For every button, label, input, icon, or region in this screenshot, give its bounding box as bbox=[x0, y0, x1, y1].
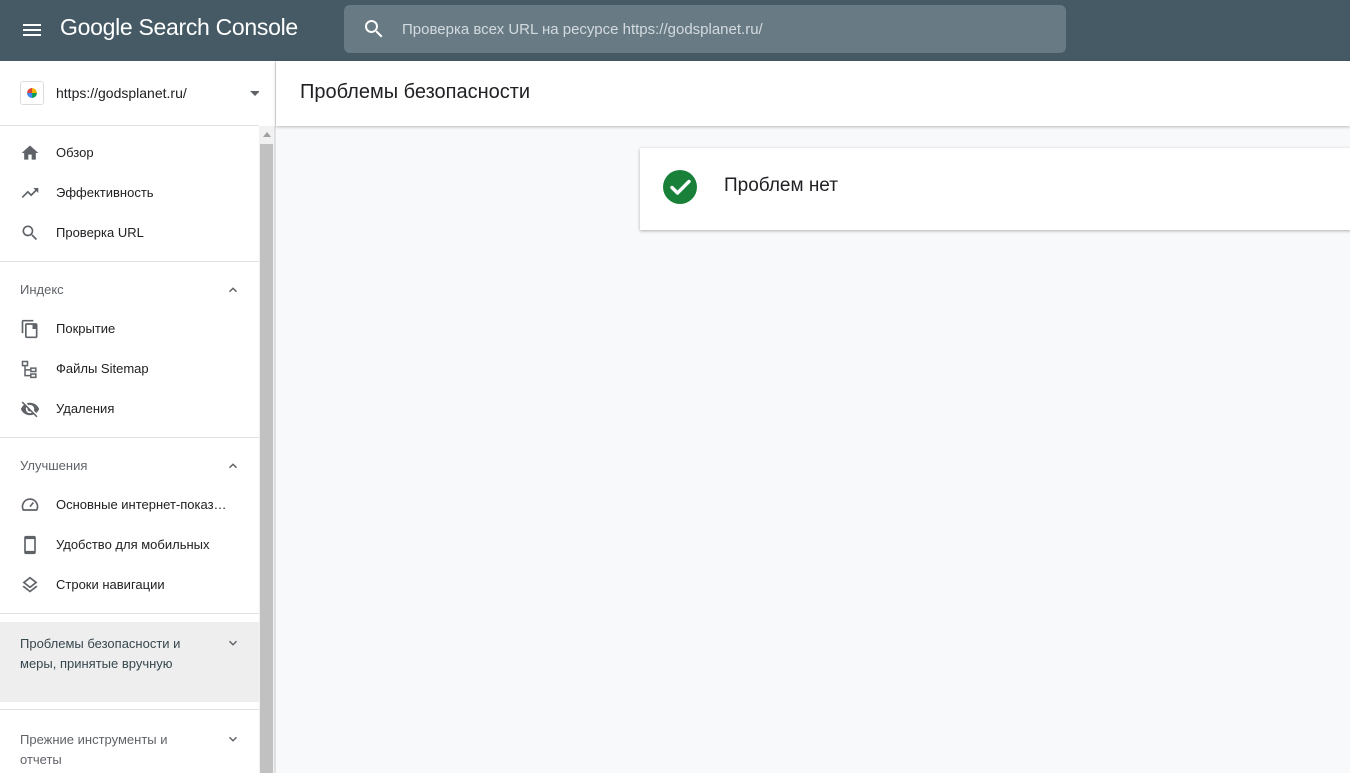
sidebar-item-label: Удаления bbox=[56, 401, 115, 416]
sidebar-item-label: Эффективность bbox=[56, 185, 154, 200]
top-app-bar: Google Search Console bbox=[0, 0, 1350, 61]
section-enhancements-header[interactable]: Улучшения bbox=[0, 445, 259, 485]
scrollbar-thumb[interactable] bbox=[260, 144, 273, 773]
sidebar: https://godsplanet.ru/ Обзор Эффективнос… bbox=[0, 61, 259, 773]
speed-gauge-icon bbox=[20, 495, 40, 515]
sidebar-item-label: Строки навигации bbox=[56, 577, 165, 592]
page-title: Проблемы безопасности bbox=[300, 81, 531, 103]
sidebar-item-breadcrumbs[interactable]: Строки навигации bbox=[0, 565, 259, 605]
sidebar-scrollbar[interactable] bbox=[259, 126, 275, 773]
status-message: Проблем нет bbox=[724, 175, 838, 196]
sidebar-header-fill bbox=[259, 61, 276, 126]
sitemap-icon bbox=[20, 359, 40, 379]
visibility-off-icon bbox=[20, 399, 40, 419]
sidebar-item-label: Проверка URL bbox=[56, 225, 144, 240]
logo-text: Google Search Console bbox=[60, 14, 298, 40]
copy-pages-icon bbox=[20, 319, 40, 339]
dropdown-arrow-icon bbox=[250, 91, 259, 96]
section-title: Улучшения bbox=[20, 458, 88, 473]
search-icon bbox=[362, 17, 386, 41]
menu-icon[interactable] bbox=[20, 18, 44, 42]
sidebar-item-label: Покрытие bbox=[56, 321, 116, 336]
chevron-down-icon bbox=[226, 636, 240, 650]
check-circle-icon bbox=[662, 169, 698, 205]
section-title: Индекс bbox=[20, 282, 64, 297]
chevron-down-icon bbox=[226, 732, 240, 746]
section-index-header[interactable]: Индекс bbox=[0, 269, 259, 309]
sidebar-item-label: Обзор bbox=[56, 145, 94, 160]
sidebar-item-label: Файлы Sitemap bbox=[56, 361, 149, 376]
home-icon bbox=[20, 143, 40, 163]
sidebar-item-coverage[interactable]: Покрытие bbox=[0, 309, 259, 349]
scroll-up-arrow-icon[interactable] bbox=[263, 132, 271, 137]
status-card: Проблем нет bbox=[640, 148, 1350, 230]
section-security-header[interactable]: Проблемы безопасности и меры, принятые в… bbox=[0, 622, 259, 702]
sidebar-item-removals[interactable]: Удаления bbox=[0, 389, 259, 429]
app-logo[interactable]: Google Search Console bbox=[60, 14, 298, 44]
sidebar-item-url-inspection[interactable]: Проверка URL bbox=[0, 213, 259, 253]
sidebar-item-sitemaps[interactable]: Файлы Sitemap bbox=[0, 349, 259, 389]
divider bbox=[0, 613, 259, 614]
sidebar-item-label: Основные интернет-показ… bbox=[56, 497, 227, 512]
smartphone-icon bbox=[20, 535, 40, 555]
divider bbox=[275, 61, 276, 773]
trending-up-icon bbox=[20, 183, 40, 203]
page-header: Проблемы безопасности bbox=[276, 61, 1350, 126]
layers-icon bbox=[20, 575, 40, 595]
sidebar-item-mobile-usability[interactable]: Удобство для мобильных bbox=[0, 525, 259, 565]
site-favicon-icon bbox=[20, 81, 44, 105]
property-selector[interactable]: https://godsplanet.ru/ bbox=[0, 61, 259, 126]
search-icon bbox=[20, 223, 40, 243]
divider bbox=[0, 437, 259, 438]
section-title: Прежние инструменты и отчеты bbox=[20, 732, 168, 767]
sidebar-item-label: Удобство для мобильных bbox=[56, 537, 210, 552]
sidebar-item-core-web-vitals[interactable]: Основные интернет-показ… bbox=[0, 485, 259, 525]
sidebar-item-performance[interactable]: Эффективность bbox=[0, 173, 259, 213]
section-title: Проблемы безопасности и меры, принятые в… bbox=[20, 636, 181, 671]
search-input[interactable] bbox=[402, 5, 1052, 53]
sidebar-item-overview[interactable]: Обзор bbox=[0, 133, 259, 173]
property-url: https://godsplanet.ru/ bbox=[56, 85, 187, 101]
divider bbox=[0, 261, 259, 262]
section-legacy-header[interactable]: Прежние инструменты и отчеты bbox=[0, 726, 259, 773]
url-inspection-search[interactable] bbox=[344, 5, 1066, 53]
chevron-up-icon bbox=[226, 459, 240, 473]
divider bbox=[0, 709, 259, 710]
chevron-up-icon bbox=[226, 283, 240, 297]
